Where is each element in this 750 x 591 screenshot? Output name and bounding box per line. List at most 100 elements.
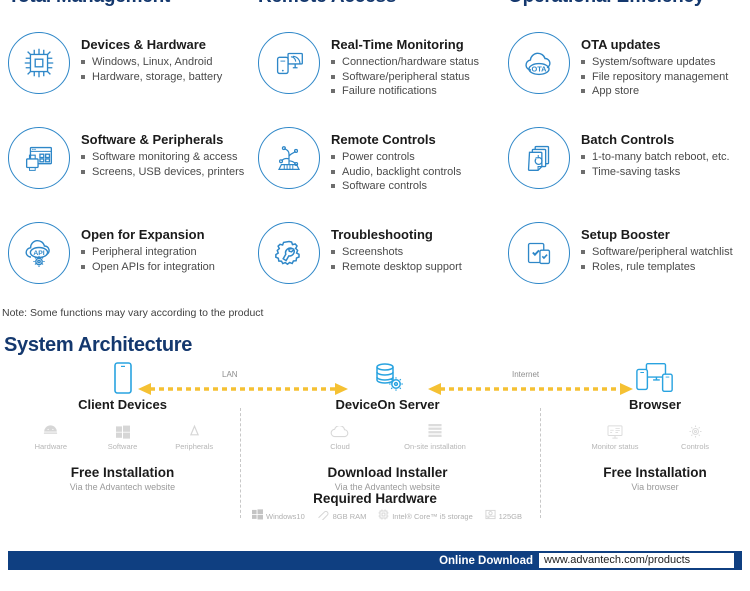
bullet-item: Software monitoring & access <box>81 150 244 165</box>
bullet-item: App store <box>581 84 728 99</box>
required-hardware-label: 8GB RAM <box>332 511 367 521</box>
node-title: Browser <box>628 397 682 412</box>
install-title: Free Installation <box>70 465 175 480</box>
node-deviceon-server: DeviceOn Server Cloud On-site installati… <box>265 360 510 492</box>
bullet-item: Hardware, storage, battery <box>81 70 222 85</box>
sub-item: Controls <box>655 423 735 451</box>
required-hardware-item: 125GB <box>485 507 522 525</box>
hdd-icon <box>485 507 496 525</box>
sub-item: Peripherals <box>158 423 230 451</box>
bullet-item: System/software updates <box>581 55 728 70</box>
heading-col-3: Operational Efficiency <box>500 0 750 8</box>
sub-label: Cloud <box>330 442 350 451</box>
circuit-controls-icon <box>258 127 320 189</box>
bullet-item: Roles, rule templates <box>581 260 733 275</box>
feature-text: Remote Controls Power controls Audio, ba… <box>320 125 461 194</box>
bullet-item: Connection/hardware status <box>331 55 479 70</box>
feature-card-setup-booster: Setup Booster Software/peripheral watchl… <box>500 220 750 315</box>
bullet-item: File repository management <box>581 70 728 85</box>
feature-text: Open for Expansion Peripheral integratio… <box>70 220 215 274</box>
cloud-icon <box>293 423 388 440</box>
heading-col-1: Total Management <box>0 0 250 8</box>
bullet-item: Power controls <box>331 150 461 165</box>
feature-bullets: Screenshots Remote desktop support <box>331 245 462 274</box>
gear-wrench-icon <box>258 222 320 284</box>
linux-icon <box>158 423 230 440</box>
feature-text: Real-Time Monitoring Connection/hardware… <box>320 30 479 99</box>
required-hardware-label: Intel® Core™ i5 storage <box>392 511 473 521</box>
bullet-item: Failure notifications <box>331 84 479 99</box>
svg-text:API: API <box>33 250 44 257</box>
bullet-item: Screens, USB devices, printers <box>81 165 244 180</box>
bullet-item: Remote desktop support <box>331 260 462 275</box>
api-cloud-gear-icon: API <box>8 222 70 284</box>
required-hardware-item: Windows10 <box>252 507 305 525</box>
chip-icon <box>8 32 70 94</box>
feature-card-open-for-expansion: API Open for Expansion Peripheral integr… <box>0 220 250 315</box>
system-architecture-title: System Architecture <box>4 334 193 356</box>
feature-card-batch-controls: Batch Controls 1-to-many batch reboot, e… <box>500 125 750 220</box>
sub-label: Peripherals <box>175 442 214 451</box>
bullet-item: Software/peripheral status <box>331 70 479 85</box>
bullet-item: Software/peripheral watchlist <box>581 245 733 260</box>
online-download-bar: Online Download www.advantech.com/produc… <box>8 551 742 570</box>
feature-title: Real-Time Monitoring <box>331 37 464 52</box>
column-heading-total-management: Total Management <box>8 0 250 8</box>
bullet-item: Screenshots <box>331 245 462 260</box>
feature-title: Batch Controls <box>581 132 675 147</box>
node-sub-icons: Cloud On-site installation <box>265 423 510 451</box>
bullet-item: 1-to-many batch reboot, etc. <box>581 150 730 165</box>
node-browser: Browser Monitor status Controls Free Ins… <box>565 360 745 492</box>
feature-text: Batch Controls 1-to-many batch reboot, e… <box>570 125 730 179</box>
devices-browser-icon <box>565 360 745 394</box>
feature-bullets: Software monitoring & access Screens, US… <box>81 150 244 179</box>
stacked-documents-icon <box>508 127 570 189</box>
feature-bullets: Software/peripheral watchlist Roles, rul… <box>581 245 733 274</box>
required-hardware-list: Windows10 8GB RAM Intel® Core™ i5 storag… <box>252 507 522 525</box>
feature-title: Software & Peripherals <box>81 132 224 147</box>
sub-item: Monitor status <box>575 423 655 451</box>
windows-icon <box>87 423 159 440</box>
sub-item: Cloud <box>293 423 388 451</box>
database-gear-icon <box>265 360 510 394</box>
required-hardware-title: Required Hardware <box>313 491 437 506</box>
tablet-icon <box>15 360 230 394</box>
gear-controls-icon <box>655 423 735 440</box>
bullet-item: Audio, backlight controls <box>331 165 461 180</box>
bullet-item: Windows, Linux, Android <box>81 55 222 70</box>
required-hardware-label: 125GB <box>498 511 522 521</box>
install-title: Download Installer <box>327 465 448 480</box>
feature-row: Software & Peripherals Software monitori… <box>0 125 750 220</box>
heading-col-2: Remote Access <box>250 0 500 8</box>
android-icon <box>15 423 87 440</box>
feature-grid: Devices & Hardware Windows, Linux, Andro… <box>0 30 750 315</box>
section-headings: Total Management Remote Access Operation… <box>0 0 750 8</box>
required-hardware-label: Windows10 <box>266 511 305 521</box>
download-url[interactable]: www.advantech.com/products <box>539 553 734 568</box>
feature-title: Remote Controls <box>331 132 436 147</box>
feature-title: Setup Booster <box>581 227 670 242</box>
feature-bullets: System/software updates File repository … <box>581 55 728 99</box>
node-sub-icons: Monitor status Controls <box>565 423 745 451</box>
feature-row: Devices & Hardware Windows, Linux, Andro… <box>0 30 750 125</box>
sub-label: Controls <box>681 442 709 451</box>
internet-label: Internet <box>512 370 540 379</box>
feature-text: Devices & Hardware Windows, Linux, Andro… <box>70 30 222 84</box>
feature-text: Setup Booster Software/peripheral watchl… <box>570 220 733 274</box>
feature-bullets: Windows, Linux, Android Hardware, storag… <box>81 55 222 84</box>
bullet-item: Software controls <box>331 179 461 194</box>
node-title: Client Devices <box>78 397 167 412</box>
svg-text:OTA: OTA <box>531 64 547 73</box>
sub-item: Software <box>87 423 159 451</box>
bullet-item: Time-saving tasks <box>581 165 730 180</box>
bullet-item: Open APIs for integration <box>81 260 215 275</box>
node-title: DeviceOn Server <box>335 397 440 412</box>
feature-card-software-peripherals: Software & Peripherals Software monitori… <box>0 125 250 220</box>
checklist-devices-icon <box>508 222 570 284</box>
sub-label: Monitor status <box>591 442 639 451</box>
feature-text: Troubleshooting Screenshots Remote deskt… <box>320 220 462 274</box>
feature-title: Devices & Hardware <box>81 37 207 52</box>
node-sub-icons: Hardware Software Peripherals <box>15 423 230 451</box>
monitor-status-icon <box>575 423 655 440</box>
ram-stick-icon <box>317 507 330 525</box>
